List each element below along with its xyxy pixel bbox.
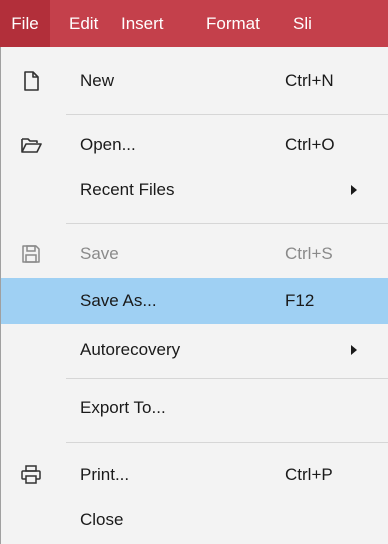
menu-item-shortcut: F12 [285, 291, 315, 310]
menu-separator [66, 114, 388, 115]
menu-item-label: Print... [80, 465, 130, 484]
menu-item-save-as[interactable]: Save As... F12 [1, 278, 388, 324]
menu-separator [66, 223, 388, 224]
menu-item-autorecovery[interactable]: Autorecovery [1, 330, 388, 370]
menu-insert[interactable]: Insert [121, 0, 206, 47]
menu-item-label: Open... [80, 135, 136, 154]
menu-item-shortcut: Ctrl+P [285, 465, 333, 484]
menu-separator [66, 378, 388, 379]
menu-item-save[interactable]: Save Ctrl+S [1, 234, 388, 274]
menu-item-open[interactable]: Open... Ctrl+O [1, 125, 388, 165]
printer-icon [21, 465, 41, 484]
menu-edit[interactable]: Edit [69, 0, 121, 47]
new-document-icon [24, 71, 39, 91]
menu-format[interactable]: Format [206, 0, 293, 47]
menu-item-label: Close [80, 510, 124, 529]
menu-item-shortcut: Ctrl+N [285, 71, 334, 90]
save-icon [22, 245, 40, 263]
menu-item-label: Save [80, 244, 119, 263]
menu-slide[interactable]: Sli [293, 0, 353, 47]
menu-item-label: New [80, 71, 115, 90]
menu-item-close[interactable]: Close [1, 500, 388, 540]
menu-item-label: Save As... [80, 291, 157, 310]
menu-item-label: Export To... [80, 398, 166, 417]
menu-item-shortcut: Ctrl+O [285, 135, 335, 154]
menu-item-label: Autorecovery [80, 340, 181, 359]
menu-item-print[interactable]: Print... Ctrl+P [1, 455, 388, 495]
file-dropdown-menu: New Ctrl+N Open... Ctrl+O Recent Files S… [0, 47, 388, 544]
menu-item-label: Recent Files [80, 180, 175, 199]
menu-file[interactable]: File [0, 0, 50, 47]
menu-item-export-to[interactable]: Export To... [1, 388, 388, 428]
menu-item-new[interactable]: New Ctrl+N [1, 61, 388, 101]
folder-open-icon [21, 138, 42, 153]
menu-bar: File Edit Insert Format Sli [0, 0, 388, 47]
menu-separator [66, 442, 388, 443]
menu-item-shortcut: Ctrl+S [285, 244, 333, 263]
menu-item-recent-files[interactable]: Recent Files [1, 170, 388, 210]
submenu-arrow-icon [351, 185, 357, 195]
submenu-arrow-icon [351, 345, 357, 355]
